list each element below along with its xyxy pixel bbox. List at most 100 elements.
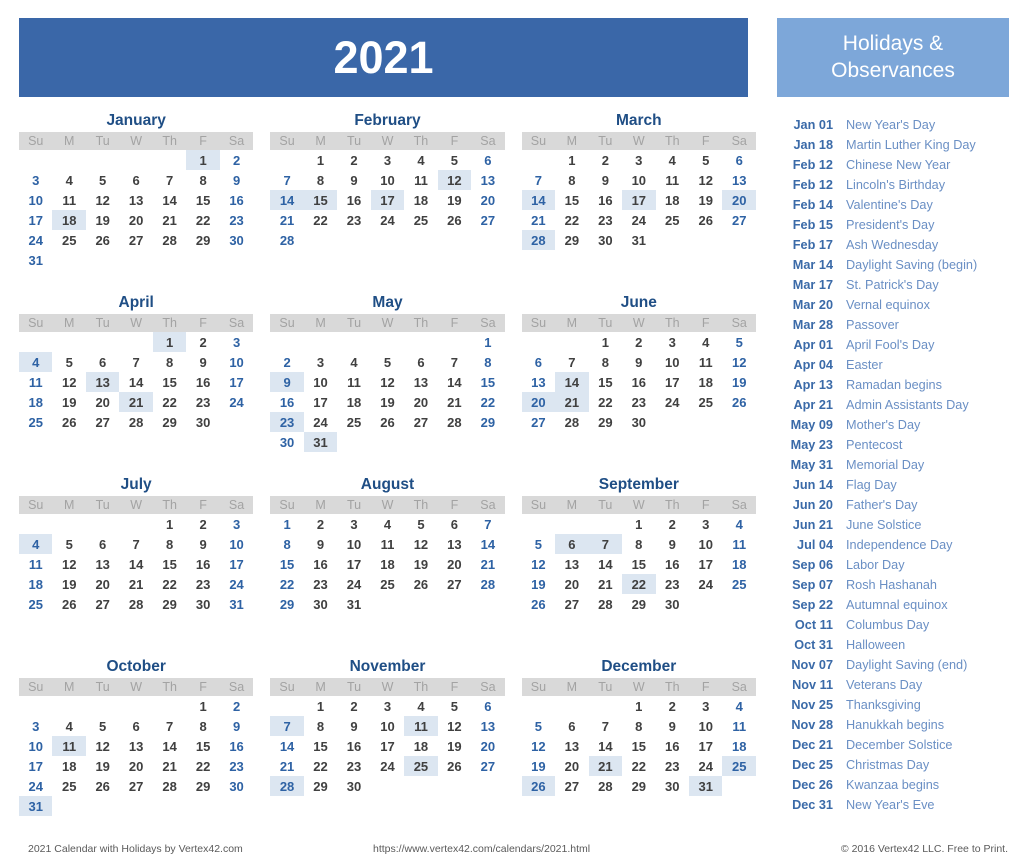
day-cell-march-5[interactable]: 5 (689, 150, 722, 170)
day-cell-july-31[interactable]: 31 (220, 594, 254, 614)
day-cell-may-28[interactable]: 28 (438, 412, 471, 432)
day-cell-august-9[interactable]: 9 (304, 534, 337, 554)
day-cell-june-30[interactable]: 30 (622, 412, 655, 432)
day-cell-march-27[interactable]: 27 (722, 210, 756, 230)
day-cell-june-1[interactable]: 1 (589, 332, 622, 352)
day-cell-december-5[interactable]: 5 (522, 716, 555, 736)
day-cell-january-15[interactable]: 15 (186, 190, 219, 210)
day-cell-march-25[interactable]: 25 (656, 210, 689, 230)
day-cell-june-22[interactable]: 22 (589, 392, 622, 412)
day-cell-may-21[interactable]: 21 (438, 392, 471, 412)
day-cell-april-25[interactable]: 25 (19, 412, 52, 432)
day-cell-september-3[interactable]: 3 (689, 514, 722, 534)
day-cell-may-20[interactable]: 20 (404, 392, 437, 412)
day-cell-january-6[interactable]: 6 (119, 170, 152, 190)
day-cell-february-9[interactable]: 9 (337, 170, 370, 190)
day-cell-may-23[interactable]: 23 (270, 412, 304, 432)
day-cell-january-16[interactable]: 16 (220, 190, 254, 210)
day-cell-april-18[interactable]: 18 (19, 392, 52, 412)
day-cell-november-9[interactable]: 9 (337, 716, 370, 736)
day-cell-july-6[interactable]: 6 (86, 534, 119, 554)
day-cell-june-13[interactable]: 13 (522, 372, 555, 392)
day-cell-september-7[interactable]: 7 (588, 534, 623, 554)
day-cell-may-7[interactable]: 7 (438, 352, 471, 372)
day-cell-march-9[interactable]: 9 (589, 170, 622, 190)
day-cell-december-18[interactable]: 18 (722, 736, 756, 756)
day-cell-may-18[interactable]: 18 (337, 392, 370, 412)
day-cell-june-21[interactable]: 21 (555, 392, 589, 412)
day-cell-september-21[interactable]: 21 (589, 574, 622, 594)
day-cell-november-29[interactable]: 29 (304, 776, 337, 796)
day-cell-june-24[interactable]: 24 (656, 392, 689, 412)
day-cell-february-12[interactable]: 12 (437, 170, 472, 190)
day-cell-december-28[interactable]: 28 (589, 776, 622, 796)
day-cell-april-24[interactable]: 24 (220, 392, 254, 412)
day-cell-october-28[interactable]: 28 (153, 776, 186, 796)
day-cell-september-25[interactable]: 25 (722, 574, 756, 594)
day-cell-october-23[interactable]: 23 (220, 756, 254, 776)
day-cell-june-18[interactable]: 18 (689, 372, 722, 392)
day-cell-september-10[interactable]: 10 (689, 534, 722, 554)
day-cell-november-1[interactable]: 1 (304, 696, 337, 716)
day-cell-may-31[interactable]: 31 (303, 432, 338, 452)
day-cell-october-30[interactable]: 30 (220, 776, 254, 796)
day-cell-august-2[interactable]: 2 (304, 514, 337, 534)
day-cell-january-11[interactable]: 11 (52, 190, 85, 210)
day-cell-march-30[interactable]: 30 (589, 230, 622, 250)
day-cell-december-30[interactable]: 30 (656, 776, 689, 796)
day-cell-february-4[interactable]: 4 (404, 150, 437, 170)
day-cell-october-5[interactable]: 5 (86, 716, 119, 736)
day-cell-june-29[interactable]: 29 (589, 412, 622, 432)
day-cell-march-16[interactable]: 16 (589, 190, 622, 210)
day-cell-november-14[interactable]: 14 (270, 736, 303, 756)
day-cell-november-12[interactable]: 12 (438, 716, 471, 736)
day-cell-september-30[interactable]: 30 (656, 594, 689, 614)
day-cell-february-19[interactable]: 19 (438, 190, 471, 210)
day-cell-february-15[interactable]: 15 (303, 190, 338, 210)
day-cell-january-17[interactable]: 17 (19, 210, 52, 230)
day-cell-may-26[interactable]: 26 (371, 412, 404, 432)
day-cell-december-31[interactable]: 31 (689, 776, 723, 796)
day-cell-june-27[interactable]: 27 (522, 412, 555, 432)
day-cell-august-27[interactable]: 27 (438, 574, 471, 594)
day-cell-february-24[interactable]: 24 (371, 210, 404, 230)
day-cell-august-16[interactable]: 16 (304, 554, 337, 574)
day-cell-november-25[interactable]: 25 (404, 756, 438, 776)
day-cell-december-12[interactable]: 12 (522, 736, 555, 756)
day-cell-march-26[interactable]: 26 (689, 210, 722, 230)
day-cell-september-28[interactable]: 28 (589, 594, 622, 614)
day-cell-november-10[interactable]: 10 (371, 716, 404, 736)
day-cell-january-8[interactable]: 8 (186, 170, 219, 190)
day-cell-march-19[interactable]: 19 (689, 190, 722, 210)
day-cell-january-21[interactable]: 21 (153, 210, 186, 230)
day-cell-august-25[interactable]: 25 (371, 574, 404, 594)
day-cell-june-4[interactable]: 4 (689, 332, 722, 352)
day-cell-november-23[interactable]: 23 (337, 756, 370, 776)
day-cell-january-5[interactable]: 5 (86, 170, 119, 190)
day-cell-november-13[interactable]: 13 (471, 716, 505, 736)
day-cell-july-17[interactable]: 17 (220, 554, 254, 574)
day-cell-october-8[interactable]: 8 (186, 716, 219, 736)
day-cell-april-1[interactable]: 1 (152, 332, 187, 352)
day-cell-april-3[interactable]: 3 (220, 332, 254, 352)
day-cell-april-9[interactable]: 9 (186, 352, 219, 372)
day-cell-may-17[interactable]: 17 (304, 392, 337, 412)
day-cell-october-4[interactable]: 4 (52, 716, 85, 736)
day-cell-september-20[interactable]: 20 (555, 574, 588, 594)
day-cell-april-2[interactable]: 2 (186, 332, 219, 352)
day-cell-july-23[interactable]: 23 (186, 574, 219, 594)
day-cell-november-19[interactable]: 19 (438, 736, 471, 756)
day-cell-january-29[interactable]: 29 (186, 230, 219, 250)
day-cell-october-24[interactable]: 24 (19, 776, 52, 796)
day-cell-january-30[interactable]: 30 (220, 230, 254, 250)
day-cell-december-26[interactable]: 26 (521, 776, 556, 796)
day-cell-march-18[interactable]: 18 (656, 190, 689, 210)
day-cell-september-14[interactable]: 14 (589, 554, 622, 574)
day-cell-december-13[interactable]: 13 (555, 736, 588, 756)
day-cell-june-25[interactable]: 25 (689, 392, 722, 412)
day-cell-june-5[interactable]: 5 (722, 332, 756, 352)
day-cell-february-5[interactable]: 5 (438, 150, 471, 170)
day-cell-august-7[interactable]: 7 (471, 514, 505, 534)
day-cell-june-15[interactable]: 15 (589, 372, 622, 392)
day-cell-february-21[interactable]: 21 (270, 210, 303, 230)
